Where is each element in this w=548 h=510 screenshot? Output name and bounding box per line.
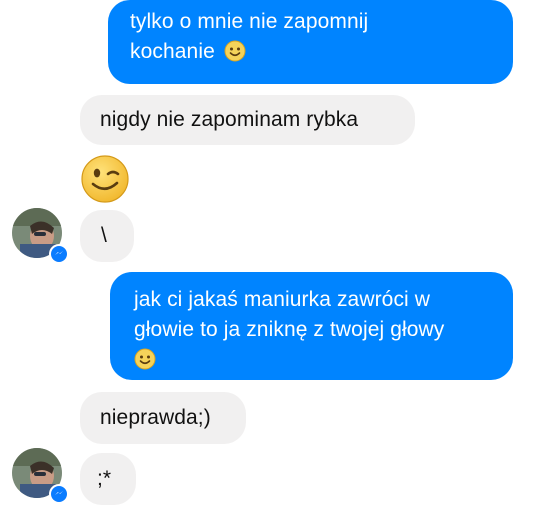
messenger-badge [49, 484, 69, 504]
message-text: \ [101, 224, 107, 247]
wink-emoji-icon[interactable] [80, 154, 130, 204]
outgoing-message-bubble[interactable]: jak ci jakaś maniurka zawróci w głowie t… [110, 272, 513, 380]
smile-emoji-icon [134, 348, 156, 370]
messenger-badge [49, 244, 69, 264]
smile-emoji-icon [224, 40, 246, 62]
messenger-icon [55, 491, 63, 495]
incoming-message-bubble[interactable]: \ [80, 210, 134, 262]
message-text: ;* [97, 467, 112, 490]
message-text-line: jak ci jakaś maniurka zawróci w [134, 288, 431, 311]
incoming-message-bubble[interactable]: nigdy nie zapominam rybka [80, 95, 415, 145]
message-text-line: kochanie [130, 40, 215, 63]
message-text: nigdy nie zapominam rybka [100, 108, 359, 131]
message-text-line: głowie to ja zniknę z twojej głowy [134, 318, 445, 341]
message-text: nieprawda;) [100, 406, 211, 429]
outgoing-message-bubble[interactable]: tylko o mnie nie zapomnij kochanie [108, 0, 513, 84]
incoming-message-bubble[interactable]: nieprawda;) [80, 392, 246, 444]
incoming-message-bubble[interactable]: ;* [80, 453, 136, 505]
message-text-line: tylko o mnie nie zapomnij [130, 10, 369, 33]
messenger-icon [55, 251, 63, 255]
